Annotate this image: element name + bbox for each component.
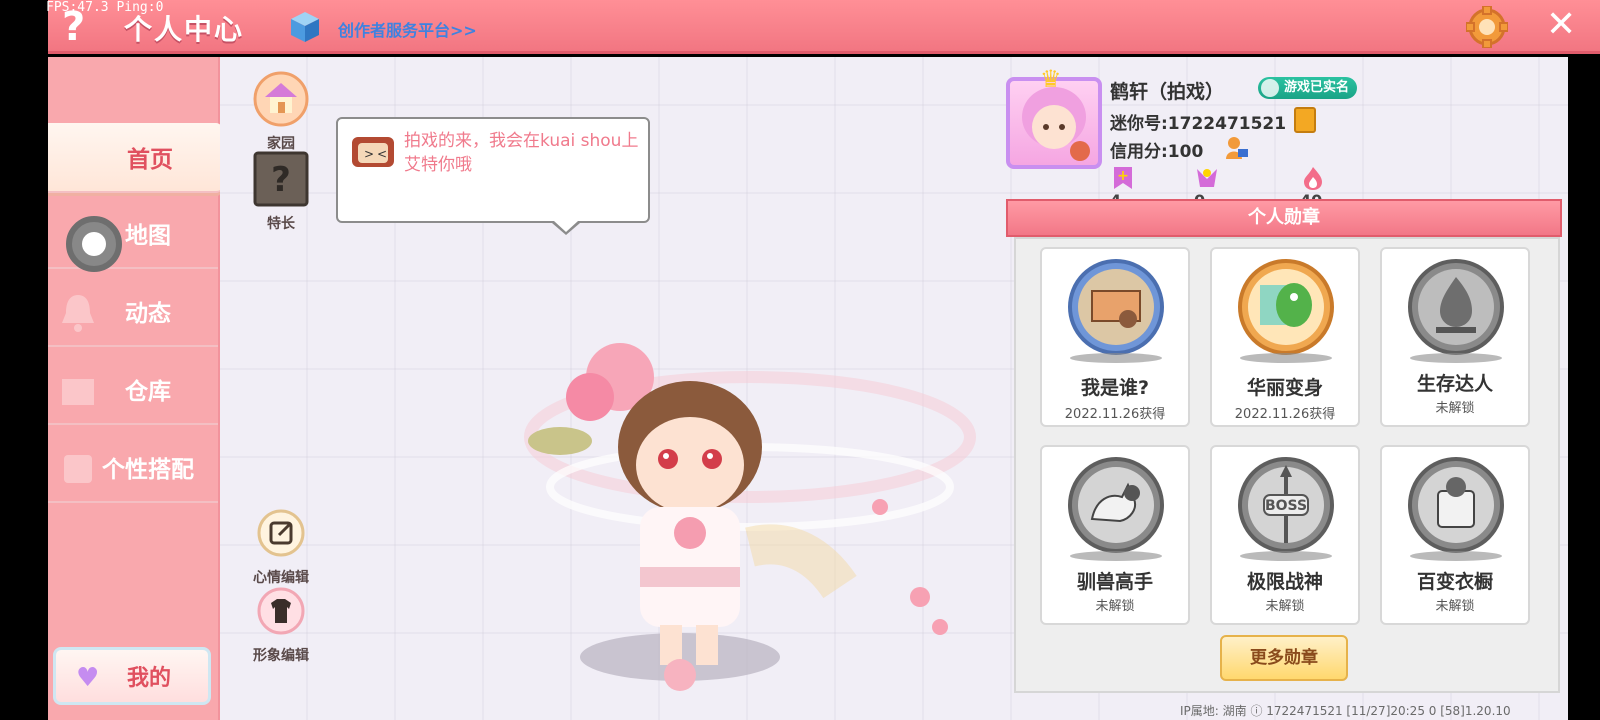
player-name: 鹤轩（拍戏） — [1110, 81, 1225, 103]
copy-icon[interactable] — [1294, 107, 1316, 133]
mood-speech-bubble: > < 拍戏的来，我会在kuai shou上艾特你哦 — [336, 117, 650, 235]
medal-pedestal — [1240, 551, 1332, 561]
svg-text:+: + — [1117, 168, 1129, 184]
dino-medal-icon — [1238, 259, 1334, 355]
cute-face-icon: > < — [352, 137, 394, 167]
floating-joystick-button[interactable] — [66, 216, 122, 272]
medal-pedestal — [1410, 353, 1502, 363]
svg-text:<: < — [377, 147, 387, 161]
fps-readout: FPS:47.3 Ping:0 — [46, 0, 164, 15]
medal-status: 2022.11.26获得 — [1234, 407, 1336, 422]
garden-label: 家园 — [267, 136, 295, 152]
medal-pedestal — [1070, 353, 1162, 363]
player-avatar[interactable] — [520, 337, 980, 717]
creator-platform-link[interactable]: 创作者服务平台>> — [338, 17, 477, 41]
medal-status: 未解锁 — [1265, 599, 1305, 614]
right-black-bar — [1568, 57, 1600, 720]
verified-badge: 游戏已实名 — [1258, 77, 1358, 99]
medal-status: 2022.11.26获得 — [1064, 407, 1166, 422]
medal-card[interactable]: 生存达人 未解锁 — [1380, 247, 1530, 427]
crown-icon: ♛ — [1040, 65, 1062, 93]
image-edit-label: 形象编辑 — [253, 648, 309, 664]
medal-card[interactable]: 我是谁? 2022.11.26获得 — [1040, 247, 1190, 427]
bubble-tail — [552, 221, 580, 235]
mood-text: 拍戏的来，我会在kuai shou上艾特你哦 — [404, 131, 639, 175]
left-black-bar — [0, 0, 48, 720]
mine-button[interactable]: ♥ 我的 — [53, 647, 211, 705]
sidebar-item-label: 个性搭配 — [102, 457, 194, 483]
footer-info: IP属地: 湖南 ⓘ 1722471521 [11/27]20:25 0 [58… — [1180, 704, 1511, 718]
sidebar-item-feed[interactable]: 动态 — [48, 277, 218, 347]
sidebar-item-label: 动态 — [125, 301, 171, 327]
medal-pedestal — [1070, 551, 1162, 561]
flame-icon — [1304, 167, 1322, 190]
close-button[interactable]: ✕ — [1546, 4, 1576, 45]
cube-icon — [291, 12, 319, 42]
sidebar: 首页 地图 动态 仓库 个性搭配 ♥ 我的 — [48, 57, 222, 720]
talent-button[interactable]: ? 特长 — [246, 151, 316, 233]
mine-label: 我的 — [126, 666, 171, 691]
medal-section-header: 个人勋章 — [1006, 199, 1562, 237]
main-area: 家园 ? 特长 > < 拍戏的来，我会在kuai shou上艾特你哦 心情编辑 … — [220, 57, 1568, 720]
campfire-medal-icon — [1408, 259, 1504, 355]
medal-status: 未解锁 — [1435, 401, 1475, 416]
credit-score: 信用分:100 — [1110, 142, 1204, 162]
medal-name: 极限战神 — [1246, 571, 1323, 593]
boss-medal-icon: BOSS — [1238, 457, 1334, 553]
medal-pedestal — [1240, 353, 1332, 363]
garden-button[interactable]: 家园 — [246, 71, 316, 153]
top-bar: ? 个人中心 创作者服务平台>> ✕ — [48, 0, 1600, 54]
medal-status: 未解锁 — [1095, 599, 1135, 614]
person-card-icon[interactable] — [1224, 135, 1250, 161]
image-edit-button[interactable]: 形象编辑 — [246, 583, 316, 665]
mini-id: 迷你号:1722471521 — [1110, 114, 1287, 134]
clothes-icon — [257, 587, 305, 635]
pencil-icon — [257, 509, 305, 557]
sidebar-item-home[interactable]: 首页 — [48, 123, 222, 193]
medal-card[interactable]: 华丽变身 2022.11.26获得 — [1210, 247, 1360, 427]
medal-name: 生存达人 — [1416, 373, 1493, 395]
medal-card[interactable]: 驯兽高手 未解锁 — [1040, 445, 1190, 625]
medal-status: 未解锁 — [1435, 599, 1475, 614]
cheer-icon — [1197, 169, 1217, 187]
sidebar-item-outfit[interactable]: 个性搭配 — [48, 433, 218, 503]
house-icon — [253, 71, 309, 127]
mood-edit-button[interactable]: 心情编辑 — [246, 505, 316, 587]
mail-hand-medal-icon — [1068, 259, 1164, 355]
wardrobe-medal-icon — [1408, 457, 1504, 553]
question-block-icon: ? — [253, 151, 309, 207]
svg-text:>: > — [364, 147, 374, 161]
gear-icon[interactable] — [1466, 6, 1508, 48]
sidebar-item-warehouse[interactable]: 仓库 — [48, 355, 218, 425]
medal-pedestal — [1410, 551, 1502, 561]
medal-card[interactable]: 百变衣橱 未解锁 — [1380, 445, 1530, 625]
medal-name: 我是谁? — [1080, 377, 1150, 399]
beast-medal-icon — [1068, 457, 1164, 553]
medal-card[interactable]: BOSS 极限战神 未解锁 — [1210, 445, 1360, 625]
svg-text:BOSS: BOSS — [1265, 498, 1307, 514]
medal-name: 驯兽高手 — [1076, 571, 1153, 593]
avatar-portrait — [1022, 87, 1090, 161]
medal-panel: 我是谁? 2022.11.26获得 华丽变身 2022.11.26获得 生存达人… — [1014, 237, 1560, 693]
heart-icon: ♥ — [76, 663, 100, 693]
bookmark-plus-icon: + — [1114, 167, 1132, 189]
sidebar-item-label: 首页 — [127, 147, 173, 173]
talent-label: 特长 — [267, 216, 295, 232]
medal-name: 华丽变身 — [1246, 377, 1323, 399]
svg-text:?: ? — [271, 160, 291, 200]
more-medals-button[interactable]: 更多勋章 — [1220, 635, 1348, 681]
sidebar-item-label: 仓库 — [125, 379, 171, 405]
medal-name: 百变衣橱 — [1416, 571, 1493, 593]
